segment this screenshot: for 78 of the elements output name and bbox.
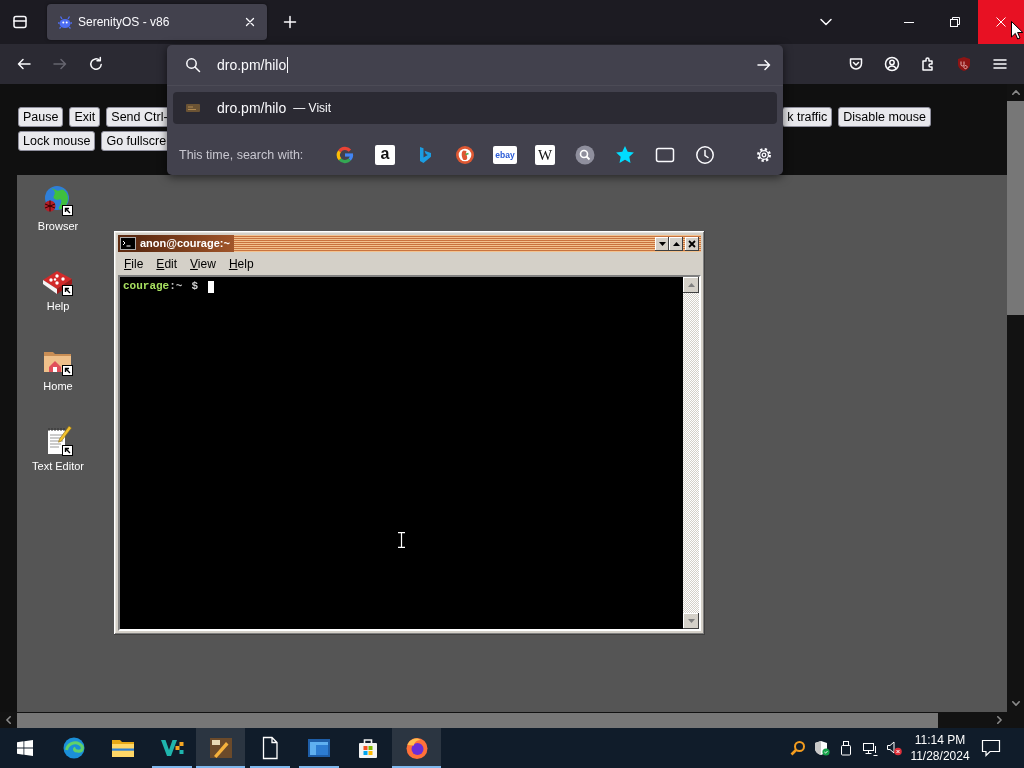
- pocket-icon[interactable]: [848, 56, 864, 72]
- arrow-right-icon[interactable]: [756, 57, 772, 73]
- shortcut-label[interactable]: Browser: [37, 220, 79, 234]
- window-icon: [306, 736, 331, 760]
- close-icon: [996, 17, 1006, 27]
- monitor-icon[interactable]: [862, 740, 878, 756]
- tab-icon[interactable]: [655, 145, 675, 165]
- search-engine-button[interactable]: W: [535, 145, 555, 165]
- close-icon[interactable]: [244, 16, 256, 28]
- close-button[interactable]: [685, 236, 699, 251]
- menu-item[interactable]: Edit: [150, 256, 185, 272]
- minimize-button[interactable]: [655, 236, 669, 251]
- taskbar-button[interactable]: [392, 728, 441, 768]
- scroll-down-button[interactable]: [683, 613, 699, 629]
- clock-date: 11/28/2024: [910, 748, 970, 764]
- menu-icon[interactable]: [992, 56, 1008, 72]
- address-field[interactable]: dro.pm/hilo: [215, 53, 744, 77]
- muted-speaker-icon[interactable]: [886, 740, 902, 756]
- menu-item[interactable]: View: [184, 256, 223, 272]
- caret-down-icon: [658, 241, 666, 246]
- settings-icon[interactable]: [756, 147, 772, 163]
- search-engine-button[interactable]: ebay: [493, 146, 517, 164]
- suggestion-row[interactable]: dro.pm/hilo — Visit: [173, 92, 777, 124]
- chevron-left-icon[interactable]: [6, 716, 11, 724]
- four-panes-icon: [16, 740, 33, 756]
- puzzle-icon[interactable]: [920, 56, 936, 72]
- chevron-right-icon[interactable]: [997, 716, 1002, 724]
- emulator-button[interactable]: Exit: [69, 107, 101, 127]
- usb-drive-icon[interactable]: [838, 740, 854, 756]
- search-with-label: This time, search with:: [179, 147, 305, 163]
- clock-icon[interactable]: [695, 145, 715, 165]
- globe-icon[interactable]: [42, 185, 74, 217]
- account-icon[interactable]: [884, 56, 900, 72]
- search-icon[interactable]: [185, 57, 201, 73]
- clock-time: 11:14 PM: [914, 732, 966, 748]
- caret-up-icon: [687, 283, 695, 287]
- terminal-prompt: courage:~ $: [123, 280, 199, 293]
- restore-icon[interactable]: [950, 17, 960, 27]
- chevron-up-icon[interactable]: [1011, 90, 1020, 95]
- emulator-button[interactable]: Lock mouse: [18, 131, 96, 151]
- shortcut-label[interactable]: Home: [43, 380, 73, 394]
- caret-down-icon: [687, 619, 695, 623]
- magnifier-icon[interactable]: [575, 145, 595, 165]
- close-icon: [688, 239, 696, 248]
- round-logo-icon[interactable]: [455, 145, 475, 165]
- emulator-button[interactable]: Pause: [18, 107, 64, 127]
- scroll-up-button[interactable]: [683, 277, 699, 293]
- g-logo-icon[interactable]: [335, 145, 355, 165]
- menu-item[interactable]: Help: [222, 256, 261, 272]
- speech-bubble-icon[interactable]: [981, 738, 1001, 758]
- star-icon[interactable]: [615, 145, 635, 165]
- reload-icon[interactable]: [88, 56, 104, 72]
- emulator-button[interactable]: k traffic: [782, 107, 833, 127]
- bug-icon: [57, 14, 73, 30]
- terminal-icon: [118, 235, 138, 252]
- maximize-button[interactable]: [669, 236, 683, 251]
- emulator-button[interactable]: Disable mouse: [838, 107, 931, 127]
- taskbar-button[interactable]: [196, 728, 245, 768]
- scrollbar-thumb[interactable]: [1007, 101, 1024, 315]
- tray-icon[interactable]: [12, 14, 28, 30]
- shield-icon[interactable]: [814, 740, 830, 756]
- mouse-pointer-icon: [1011, 21, 1023, 40]
- search-engine-button[interactable]: a: [375, 145, 395, 165]
- search-icon[interactable]: [790, 740, 806, 756]
- plus-icon[interactable]: [282, 14, 298, 30]
- arrow-left-icon[interactable]: [16, 56, 32, 72]
- window-title: anon@courage:~: [138, 235, 234, 252]
- shortcut-label[interactable]: Text Editor: [32, 460, 84, 474]
- browser-tab[interactable]: SerenityOS - v86: [47, 4, 267, 40]
- shortcut-label[interactable]: Help: [46, 300, 70, 314]
- text-cursor-icon: [398, 532, 405, 548]
- caret-up-icon: [672, 241, 680, 246]
- block-cursor-icon: [208, 280, 215, 293]
- brush-icon: [208, 736, 233, 760]
- menu-item[interactable]: File: [118, 256, 151, 272]
- fox-logo-icon: [404, 736, 429, 760]
- swirl-logo-icon: [61, 736, 86, 760]
- close-button[interactable]: [978, 0, 1024, 44]
